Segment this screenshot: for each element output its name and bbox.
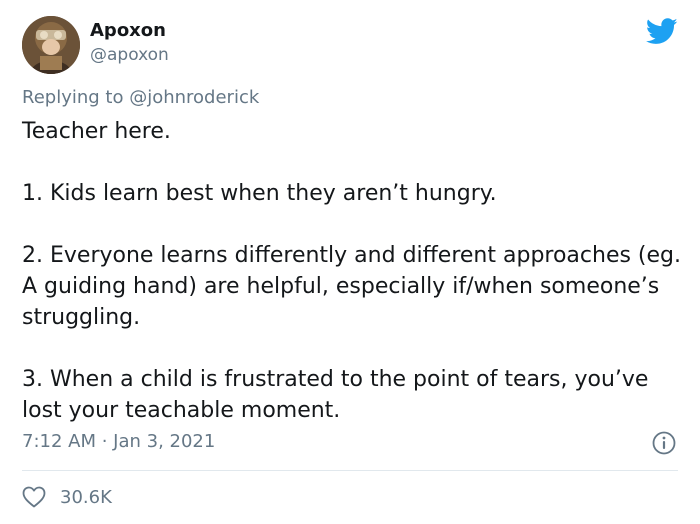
- reply-context: Replying to @johnroderick: [22, 87, 259, 108]
- twitter-bird-icon[interactable]: [646, 18, 678, 45]
- tweet-paragraph: Teacher here.: [22, 119, 171, 144]
- info-icon[interactable]: [651, 430, 677, 456]
- avatar-image: [22, 16, 80, 74]
- tweet-paragraph: 2. Everyone learns differently and diffe…: [22, 243, 682, 330]
- like-action[interactable]: 30.6K: [22, 484, 112, 510]
- user-handle[interactable]: @apoxon: [90, 45, 169, 65]
- heart-icon[interactable]: [22, 486, 46, 508]
- divider: [22, 470, 678, 471]
- tweet-paragraph: 3. When a child is frustrated to the poi…: [22, 367, 649, 423]
- like-count: 30.6K: [60, 486, 112, 508]
- tweet-paragraph: 1. Kids learn best when they aren’t hung…: [22, 181, 497, 206]
- display-name[interactable]: Apoxon: [90, 20, 166, 41]
- avatar[interactable]: [22, 16, 80, 74]
- reply-mention-link[interactable]: @johnroderick: [129, 87, 259, 108]
- tweet-timestamp[interactable]: 7:12 AM · Jan 3, 2021: [22, 431, 215, 452]
- tweet-body: Teacher here. 1. Kids learn best when th…: [22, 116, 682, 426]
- tweet-card: Apoxon @apoxon Replying to @johnroderick…: [0, 0, 700, 524]
- reply-prefix: Replying to: [22, 87, 130, 108]
